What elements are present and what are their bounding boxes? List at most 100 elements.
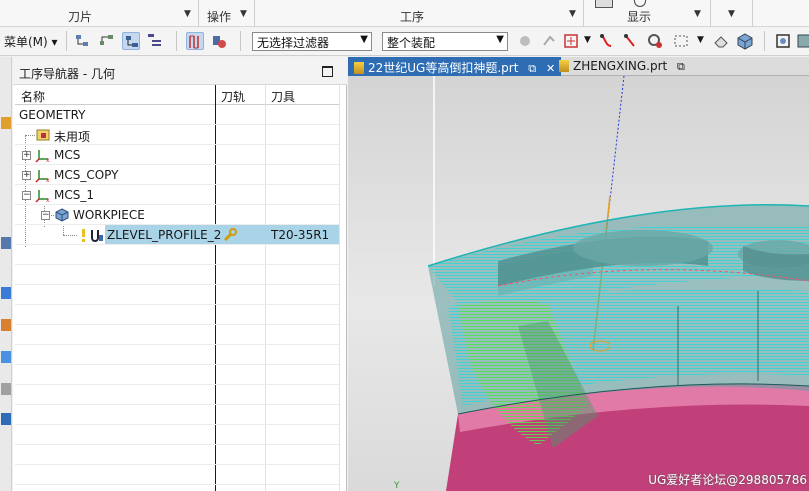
- part-icon[interactable]: [1, 351, 11, 363]
- cube-icon[interactable]: [736, 32, 754, 50]
- fit-view-icon[interactable]: [774, 32, 792, 50]
- generate-toolpath-icon[interactable]: [186, 32, 204, 50]
- toolbar: 菜单(M) ▾ 无选择过滤器 ▼ 整个装配 ▼ ▼ ▼: [0, 27, 809, 56]
- tree-row-geometry[interactable]: GEOMETRY: [15, 105, 339, 125]
- float-window-icon[interactable]: ⧉: [528, 62, 536, 75]
- forum-watermark: UG爱好者论坛@298805786: [648, 473, 807, 487]
- tree-row-workpiece[interactable]: − WORKPIECE: [15, 205, 339, 225]
- empty-row: [15, 385, 339, 405]
- tree-row-unused[interactable]: 未用项: [15, 125, 339, 145]
- tree-row-mcs-copy[interactable]: + x MCS_COPY: [15, 165, 339, 185]
- save-view-icon[interactable]: [796, 32, 809, 50]
- expand-icon[interactable]: +: [22, 171, 31, 180]
- role-icon[interactable]: [1, 413, 11, 425]
- resource-bar: [0, 57, 12, 491]
- ribbon-group-tool[interactable]: 刀片: [68, 8, 92, 25]
- curve-rule-icon[interactable]: [598, 32, 616, 50]
- chevron-down-icon[interactable]: ▼: [569, 9, 576, 19]
- empty-row: [15, 425, 339, 445]
- model-render: Y: [393, 76, 809, 491]
- divider: [254, 0, 255, 27]
- graphics-viewport[interactable]: Y UG爱好者论坛@298805786: [348, 76, 809, 491]
- row-name: 未用项: [54, 130, 91, 144]
- column-divider: [339, 85, 340, 491]
- machine-tool-view-icon[interactable]: [98, 32, 116, 50]
- tab-part-active[interactable]: 22世纪UG等高倒扣神题.prt ⧉ ✕: [348, 57, 562, 76]
- menu-label: 菜单(M): [4, 35, 48, 49]
- collapse-icon[interactable]: −: [41, 211, 50, 220]
- empty-row: [15, 265, 339, 285]
- divider: [66, 31, 67, 51]
- chevron-down-icon[interactable]: ▼: [694, 9, 701, 19]
- empty-row: [15, 365, 339, 385]
- geometry-view-icon[interactable]: [122, 32, 140, 50]
- workpiece-icon: [54, 207, 70, 223]
- snap-point-icon[interactable]: [562, 32, 580, 50]
- wrench-icon: [222, 227, 238, 243]
- navigator-icon[interactable]: [1, 237, 11, 249]
- tree-row-mcs[interactable]: + x MCS: [15, 145, 339, 165]
- row-name: WORKPIECE: [73, 208, 145, 222]
- ribbon-group-bar: 刀片 ▼ 操作 ▼ 工序 ▼ 显示 ▼ ▼: [0, 0, 809, 27]
- row-name: MCS_COPY: [54, 168, 119, 182]
- zlevel-operation-icon: [89, 227, 105, 243]
- cube-icon[interactable]: [1, 287, 11, 299]
- svg-text:x: x: [46, 157, 50, 163]
- empty-row: [15, 345, 339, 365]
- ribbon-group-operate[interactable]: 操作: [207, 8, 231, 25]
- column-tool[interactable]: 刀具: [271, 88, 295, 105]
- chevron-down-icon[interactable]: ▼: [728, 9, 735, 19]
- chevron-down-icon[interactable]: ▼: [697, 35, 704, 45]
- tree-row-mcs-1[interactable]: − x MCS_1: [15, 185, 339, 205]
- svg-text:x: x: [46, 177, 50, 183]
- chevron-down-icon[interactable]: ▼: [184, 9, 191, 19]
- empty-row: [15, 405, 339, 425]
- history-icon[interactable]: [1, 319, 11, 331]
- collapse-icon[interactable]: −: [22, 191, 31, 200]
- selection-filter-value: 无选择过滤器: [257, 36, 330, 50]
- row-name: GEOMETRY: [19, 108, 86, 122]
- chevron-down-icon[interactable]: ▼: [584, 35, 591, 45]
- tab-zhengxing[interactable]: ZHENGXING.prt ⧉: [553, 57, 691, 76]
- chevron-down-icon: ▼: [496, 34, 504, 45]
- menu-button[interactable]: 菜单(M) ▾: [4, 33, 58, 50]
- column-name[interactable]: 名称: [21, 88, 45, 105]
- machining-method-view-icon[interactable]: [146, 32, 164, 50]
- face-rule-icon[interactable]: [622, 32, 640, 50]
- assembly-scope-select[interactable]: 整个装配 ▼: [382, 32, 508, 51]
- tree-row-zlevel-profile[interactable]: ZLEVEL_PROFILE_2 T20-35R1: [15, 225, 339, 245]
- verify-toolpath-icon[interactable]: [210, 32, 228, 50]
- maximize-icon[interactable]: [322, 66, 333, 77]
- circle-icon[interactable]: [634, 0, 646, 7]
- folder-icon: [35, 127, 51, 143]
- document-tabs: 22世纪UG等高倒扣神题.prt ⧉ ✕ ZHENGXING.prt ⧉: [348, 57, 809, 76]
- tab-label: ZHENGXING.prt: [573, 59, 668, 73]
- feature-select-icon[interactable]: [540, 32, 558, 50]
- row-name: MCS: [54, 148, 81, 162]
- tool-icon[interactable]: [1, 117, 11, 129]
- web-icon[interactable]: [1, 383, 11, 395]
- column-toolpath[interactable]: 刀轨: [221, 88, 245, 105]
- divider: [752, 0, 753, 27]
- navigator-column-header: 名称 刀轨 刀具: [15, 85, 339, 105]
- select-by-gear-icon[interactable]: [646, 32, 664, 50]
- component-select-icon[interactable]: [516, 32, 534, 50]
- eraser-icon[interactable]: [712, 32, 730, 50]
- rectangle-select-icon[interactable]: [672, 32, 690, 50]
- empty-row: [15, 465, 339, 485]
- navigator-title: 工序导航器 - 几何: [19, 67, 115, 81]
- program-order-view-icon[interactable]: [74, 32, 92, 50]
- ribbon-group-display[interactable]: 显示: [627, 8, 651, 25]
- float-window-icon[interactable]: ⧉: [677, 60, 685, 73]
- selection-filter-select[interactable]: 无选择过滤器 ▼: [252, 32, 372, 51]
- coordinate-system-icon: x: [35, 187, 51, 203]
- chevron-down-icon: ▼: [360, 34, 368, 45]
- warning-icon: [75, 227, 87, 243]
- part-file-icon: [559, 60, 569, 72]
- render-style-icon[interactable]: [595, 0, 613, 8]
- chevron-down-icon[interactable]: ▼: [240, 9, 247, 19]
- empty-row: [15, 325, 339, 345]
- expand-icon[interactable]: +: [22, 151, 31, 160]
- empty-row: [15, 305, 339, 325]
- ribbon-group-process[interactable]: 工序: [400, 8, 424, 25]
